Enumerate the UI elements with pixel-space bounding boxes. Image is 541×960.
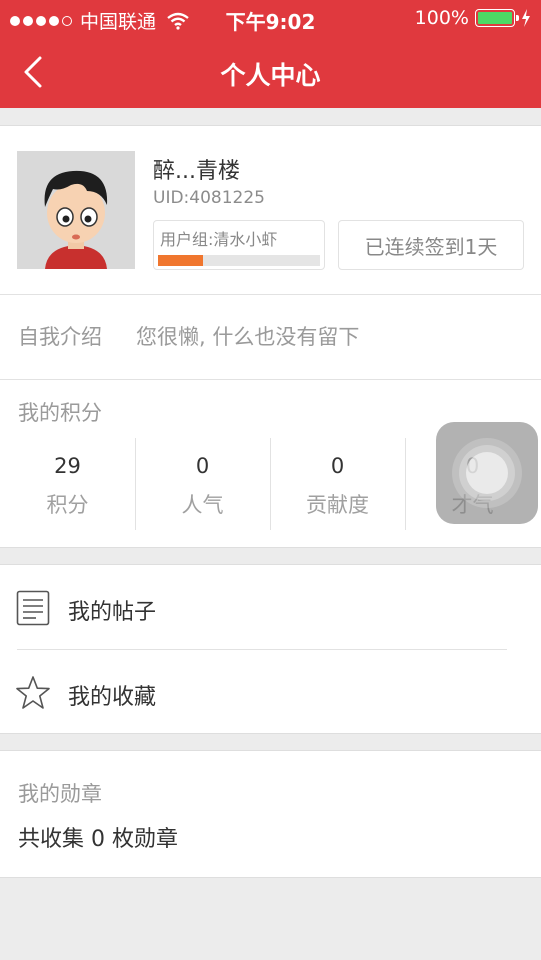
- intro-text: 您很懒, 什么也没有留下: [136, 325, 360, 349]
- signin-button[interactable]: 已连续签到1天: [338, 220, 524, 270]
- divider: [0, 294, 541, 295]
- stat-value: 0: [195, 454, 210, 478]
- stat-value: 0: [330, 454, 345, 478]
- username: 醉...青楼: [153, 159, 240, 184]
- medals-summary: 共收集 0 枚勋章: [18, 827, 178, 852]
- navigation-bar: 个人中心: [0, 40, 541, 108]
- assistive-touch-button[interactable]: [436, 422, 538, 524]
- user-group-box: 用户组:清水小虾: [153, 220, 325, 270]
- stat-points[interactable]: 29 积分: [0, 438, 135, 530]
- medals-card[interactable]: 我的勋章 共收集 0 枚勋章: [0, 750, 541, 878]
- user-id: UID:4081225: [153, 188, 265, 208]
- level-progress-fill: [158, 255, 204, 266]
- intro-label: 自我介绍: [18, 325, 102, 349]
- avatar-image: [17, 151, 135, 269]
- menu-item-label: 我的帖子: [68, 600, 157, 625]
- document-icon: [16, 590, 50, 626]
- user-group-label: 用户组:清水小虾: [160, 230, 278, 249]
- stat-label: 贡献度: [306, 493, 369, 517]
- medals-section-title: 我的勋章: [18, 782, 102, 806]
- battery-group: 100%: [415, 7, 531, 29]
- stat-popularity[interactable]: 0 人气: [135, 438, 270, 530]
- menu-item-my-favorites[interactable]: 我的收藏: [0, 650, 541, 734]
- menu-card: 我的帖子 我的收藏: [0, 564, 541, 734]
- page-title: 个人中心: [220, 61, 321, 90]
- stat-value: 29: [54, 454, 81, 478]
- battery-icon: [475, 9, 519, 27]
- avatar[interactable]: [17, 151, 135, 269]
- divider: [0, 379, 541, 380]
- menu-item-my-posts[interactable]: 我的帖子: [0, 565, 541, 649]
- stat-label: 积分: [46, 493, 89, 517]
- star-icon: [16, 676, 50, 709]
- points-section-title: 我的积分: [18, 401, 102, 425]
- stat-label: 人气: [181, 493, 224, 517]
- status-bar: 中国联通 下午9:02 100%: [0, 0, 541, 40]
- level-progress-bar: [158, 255, 320, 266]
- battery-percent: 100%: [414, 7, 469, 29]
- charging-icon: [522, 9, 530, 27]
- stat-contribution[interactable]: 0 贡献度: [270, 438, 405, 530]
- menu-item-label: 我的收藏: [68, 685, 157, 710]
